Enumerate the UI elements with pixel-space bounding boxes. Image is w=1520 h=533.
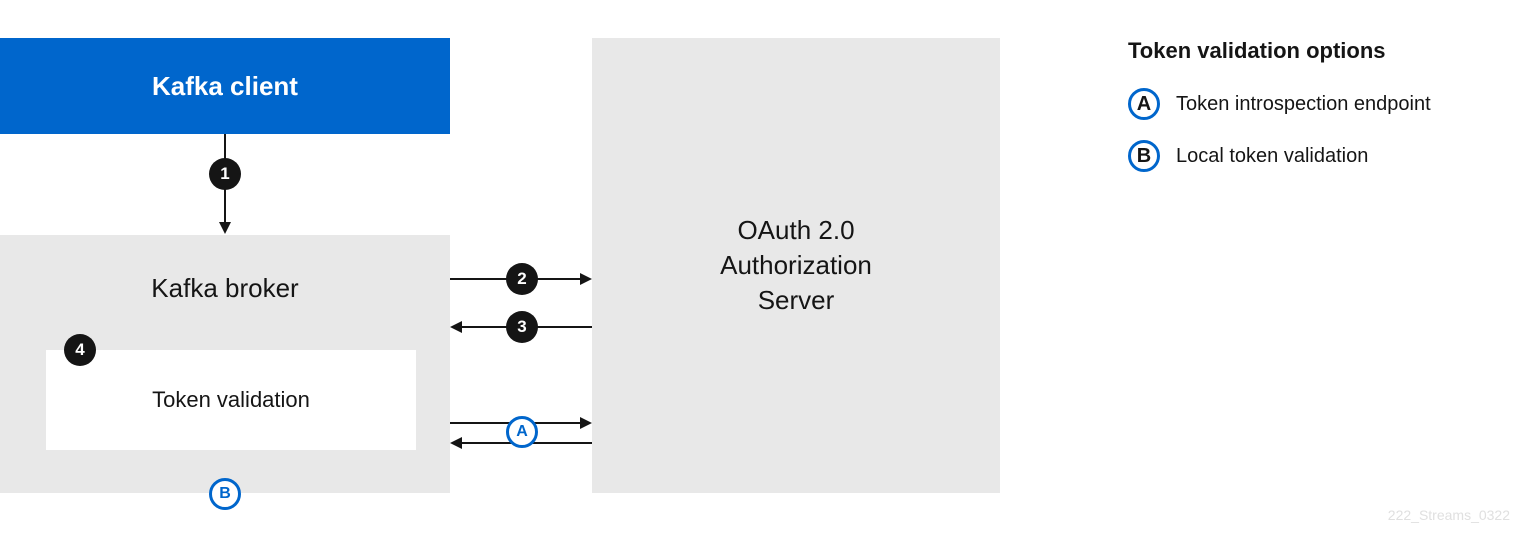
token-validation-label: Token validation bbox=[152, 387, 310, 413]
kafka-client-box: Kafka client bbox=[0, 38, 450, 134]
watermark: 222_Streams_0322 bbox=[1388, 507, 1510, 523]
legend-letter-a: A bbox=[1137, 93, 1151, 116]
legend-text-a: Token introspection endpoint bbox=[1176, 93, 1431, 116]
legend-text-b: Local token validation bbox=[1176, 145, 1368, 168]
arrow-3-head bbox=[450, 321, 462, 333]
step-2-number: 2 bbox=[517, 269, 526, 289]
option-b-letter: B bbox=[219, 485, 231, 503]
legend-title: Token validation options bbox=[1128, 38, 1431, 64]
token-validation-box: Token validation bbox=[46, 350, 416, 450]
legend-badge-b: B bbox=[1128, 140, 1160, 172]
step-3-number: 3 bbox=[517, 317, 526, 337]
legend-letter-b: B bbox=[1137, 145, 1151, 168]
option-a-badge: A bbox=[506, 416, 538, 448]
oauth-line3: Server bbox=[758, 285, 835, 315]
oauth-line1: OAuth 2.0 bbox=[737, 215, 854, 245]
legend-item-b: B Local token validation bbox=[1128, 140, 1431, 172]
step-1-badge: 1 bbox=[209, 158, 241, 190]
legend: Token validation options A Token introsp… bbox=[1128, 38, 1431, 192]
oauth-server-box: OAuth 2.0 Authorization Server bbox=[592, 38, 1000, 493]
option-b-badge: B bbox=[209, 478, 241, 510]
oauth-server-label: OAuth 2.0 Authorization Server bbox=[720, 213, 872, 318]
kafka-broker-box: Kafka broker Token validation bbox=[0, 235, 450, 493]
arrow-1-head bbox=[219, 222, 231, 234]
kafka-client-label: Kafka client bbox=[152, 71, 298, 102]
kafka-broker-label: Kafka broker bbox=[151, 273, 298, 304]
step-2-badge: 2 bbox=[506, 263, 538, 295]
oauth-line2: Authorization bbox=[720, 250, 872, 280]
legend-badge-a: A bbox=[1128, 88, 1160, 120]
arrow-2-head bbox=[580, 273, 592, 285]
step-4-number: 4 bbox=[75, 340, 84, 360]
step-4-badge: 4 bbox=[64, 334, 96, 366]
arrow-a-head-right bbox=[580, 417, 592, 429]
step-3-badge: 3 bbox=[506, 311, 538, 343]
option-a-letter: A bbox=[516, 423, 528, 441]
legend-item-a: A Token introspection endpoint bbox=[1128, 88, 1431, 120]
arrow-a-head-left bbox=[450, 437, 462, 449]
step-1-number: 1 bbox=[220, 164, 229, 184]
